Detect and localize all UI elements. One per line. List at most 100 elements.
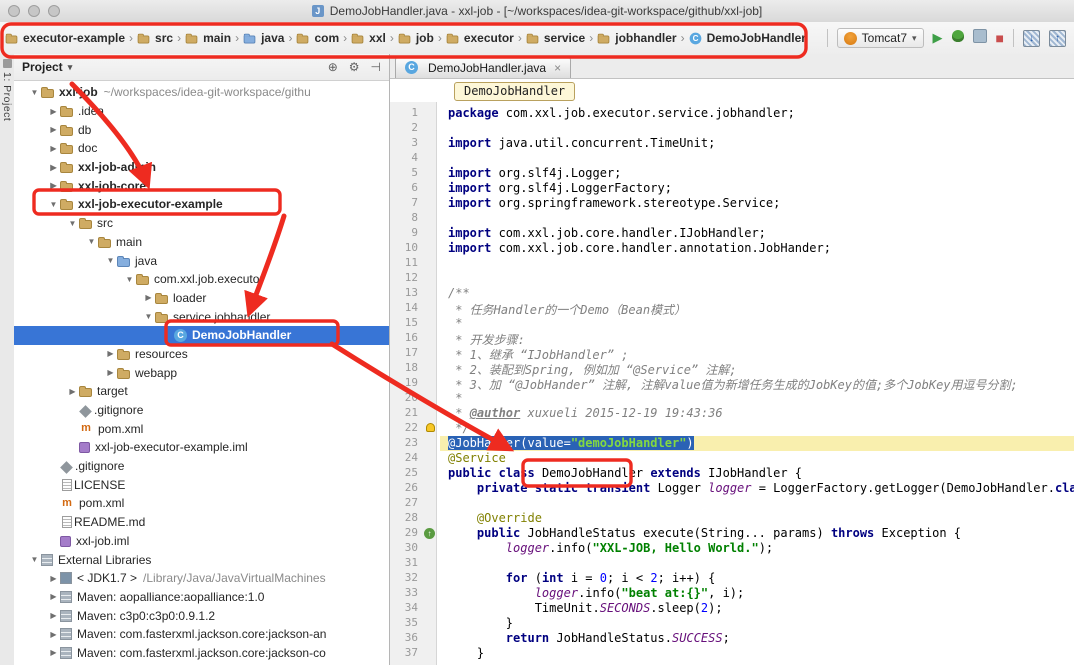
code-line-24[interactable]: 24@Service: [390, 451, 1074, 466]
tree-item-doc[interactable]: ▶doc: [14, 139, 389, 158]
vcs-commit-button[interactable]: ↑: [1049, 30, 1066, 47]
code-line-30[interactable]: 30 logger.info("XXL-JOB, Hello World.");: [390, 541, 1074, 556]
gear-icon[interactable]: ⚙: [349, 60, 360, 74]
locate-icon[interactable]: ⊕: [328, 60, 338, 74]
code-line-33[interactable]: 33 logger.info("beat at:{}", i);: [390, 586, 1074, 601]
run-configuration-select[interactable]: Tomcat7 ▾: [837, 28, 924, 48]
chevron-open-icon[interactable]: ▼: [142, 312, 155, 321]
breadcrumb-item-java[interactable]: java: [240, 29, 287, 47]
tree-item-xxl-job[interactable]: ▼xxl-job~/workspaces/idea-git-workspace/…: [14, 83, 389, 102]
tree-item-service-jobhandler[interactable]: ▼service.jobhandler: [14, 307, 389, 326]
code-line-10[interactable]: 10import com.xxl.job.core.handler.annota…: [390, 241, 1074, 256]
tree-item-external-libraries[interactable]: ▼External Libraries: [14, 550, 389, 569]
breadcrumb-item-xxl[interactable]: xxl: [348, 29, 389, 47]
tree-item-demojobhandler[interactable]: CDemoJobHandler: [14, 326, 389, 345]
chevron-open-icon[interactable]: ▼: [28, 88, 41, 97]
breadcrumb-item-src[interactable]: src: [134, 29, 176, 47]
debug-button[interactable]: [952, 30, 964, 46]
hide-panel-icon[interactable]: ⊣: [371, 60, 381, 74]
code-line-37[interactable]: 37 }: [390, 646, 1074, 661]
tree-item-com-xxl-job-executor[interactable]: ▼com.xxl.job.executor: [14, 270, 389, 289]
run-button[interactable]: ▶: [933, 30, 943, 46]
code-line-23[interactable]: 23@JobHander(value="demoJobHandler"): [390, 436, 1074, 451]
code-line-17[interactable]: 17 * 1、继承 “IJobHandler” ;: [390, 346, 1074, 361]
chevron-open-icon[interactable]: ▼: [123, 275, 136, 284]
tab-demojobhandler-java[interactable]: C DemoJobHandler.java ×: [395, 56, 571, 78]
code-line-21[interactable]: 21 * @author xuxueli 2015-12-19 19:43:36: [390, 406, 1074, 421]
code-line-31[interactable]: 31: [390, 556, 1074, 571]
project-tool-button[interactable]: 1: Project: [1, 72, 13, 121]
tree-item-gitignore[interactable]: .gitignore: [14, 401, 389, 420]
override-marker-icon[interactable]: ↑: [424, 528, 435, 539]
code-line-20[interactable]: 20 *: [390, 391, 1074, 406]
breadcrumb-item-jobhandler[interactable]: jobhandler: [594, 29, 679, 47]
code-line-12[interactable]: 12: [390, 271, 1074, 286]
project-view-select[interactable]: Project ▾: [22, 60, 72, 74]
chevron-closed-icon[interactable]: ▶: [47, 125, 60, 134]
tree-item-xxl-job-iml[interactable]: xxl-job.iml: [14, 532, 389, 551]
close-tab-icon[interactable]: ×: [554, 61, 561, 75]
chevron-closed-icon[interactable]: ▶: [47, 630, 60, 639]
chevron-closed-icon[interactable]: ▶: [47, 574, 60, 583]
intention-bulb-icon[interactable]: [426, 423, 435, 432]
tree-item-resources[interactable]: ▶resources: [14, 345, 389, 364]
chevron-closed-icon[interactable]: ▶: [47, 648, 60, 657]
tree-item-xxl-job-executor-example[interactable]: ▼xxl-job-executor-example: [14, 195, 389, 214]
editor-breadcrumb-chip[interactable]: DemoJobHandler: [454, 82, 575, 101]
chevron-closed-icon[interactable]: ▶: [47, 181, 60, 190]
chevron-closed-icon[interactable]: ▶: [104, 349, 117, 358]
chevron-closed-icon[interactable]: ▶: [47, 592, 60, 601]
chevron-open-icon[interactable]: ▼: [85, 237, 98, 246]
tree-item-db[interactable]: ▶db: [14, 120, 389, 139]
chevron-closed-icon[interactable]: ▶: [47, 611, 60, 620]
tree-item-src[interactable]: ▼src: [14, 214, 389, 233]
tree-item-loader[interactable]: ▶loader: [14, 289, 389, 308]
code-line-29[interactable]: 29↑ public JobHandleStatus execute(Strin…: [390, 526, 1074, 541]
chevron-closed-icon[interactable]: ▶: [142, 293, 155, 302]
chevron-closed-icon[interactable]: ▶: [104, 368, 117, 377]
tree-item-license[interactable]: LICENSE: [14, 475, 389, 494]
code-line-14[interactable]: 14 * 任务Handler的一个Demo（Bean模式）: [390, 301, 1074, 316]
breadcrumb-item-executor[interactable]: executor: [443, 29, 517, 47]
tree-item-xxl-job-core[interactable]: ▶xxl-job-core: [14, 176, 389, 195]
chevron-open-icon[interactable]: ▼: [104, 256, 117, 265]
chevron-closed-icon[interactable]: ▶: [47, 163, 60, 172]
code-line-7[interactable]: 7import org.springframework.stereotype.S…: [390, 196, 1074, 211]
tool-window-icon[interactable]: [3, 59, 12, 68]
vcs-update-button[interactable]: ↓: [1023, 30, 1040, 47]
code-line-13[interactable]: 13/**: [390, 286, 1074, 301]
tree-item-webapp[interactable]: ▶webapp: [14, 363, 389, 382]
code-line-22[interactable]: 22 */: [390, 421, 1074, 436]
code-line-35[interactable]: 35 }: [390, 616, 1074, 631]
tree-item-main[interactable]: ▼main: [14, 233, 389, 252]
chevron-closed-icon[interactable]: ▶: [47, 107, 60, 116]
coverage-button[interactable]: [973, 29, 987, 47]
code-line-3[interactable]: 3import java.util.concurrent.TimeUnit;: [390, 136, 1074, 151]
code-line-27[interactable]: 27: [390, 496, 1074, 511]
tree-item-target[interactable]: ▶target: [14, 382, 389, 401]
tree-item-jdk1-7[interactable]: ▶< JDK1.7 >/Library/Java/JavaVirtualMach…: [14, 569, 389, 588]
tree-item-readme-md[interactable]: README.md: [14, 513, 389, 532]
code-line-5[interactable]: 5import org.slf4j.Logger;: [390, 166, 1074, 181]
chevron-open-icon[interactable]: ▼: [66, 219, 79, 228]
chevron-open-icon[interactable]: ▼: [28, 555, 41, 564]
breadcrumb-item-main[interactable]: main: [182, 29, 234, 47]
tree-item-gitignore[interactable]: .gitignore: [14, 457, 389, 476]
tree-item-xxl-job-executor-example-iml[interactable]: xxl-job-executor-example.iml: [14, 438, 389, 457]
breadcrumb-item-service[interactable]: service: [523, 29, 588, 47]
code-line-8[interactable]: 8: [390, 211, 1074, 226]
code-line-18[interactable]: 18 * 2、装配到Spring, 例如加 “@Service” 注解;: [390, 361, 1074, 376]
tree-item-maven-aopalliance-aopalliance-1-0[interactable]: ▶Maven: aopalliance:aopalliance:1.0: [14, 588, 389, 607]
code-line-26[interactable]: 26 private static transient Logger logge…: [390, 481, 1074, 496]
code-line-32[interactable]: 32 for (int i = 0; i < 2; i++) {: [390, 571, 1074, 586]
chevron-open-icon[interactable]: ▼: [47, 200, 60, 209]
breadcrumb-item-com[interactable]: com: [293, 29, 342, 47]
code-line-1[interactable]: 1package com.xxl.job.executor.service.jo…: [390, 106, 1074, 121]
tree-item-idea[interactable]: ▶.idea: [14, 102, 389, 121]
chevron-closed-icon[interactable]: ▶: [66, 387, 79, 396]
code-line-11[interactable]: 11: [390, 256, 1074, 271]
code-line-28[interactable]: 28 @Override: [390, 511, 1074, 526]
code-line-2[interactable]: 2: [390, 121, 1074, 136]
tree-item-xxl-job-admin[interactable]: ▶xxl-job-admin: [14, 158, 389, 177]
tree-item-maven-c3p0-c3p0-0-9-1-2[interactable]: ▶Maven: c3p0:c3p0:0.9.1.2: [14, 606, 389, 625]
